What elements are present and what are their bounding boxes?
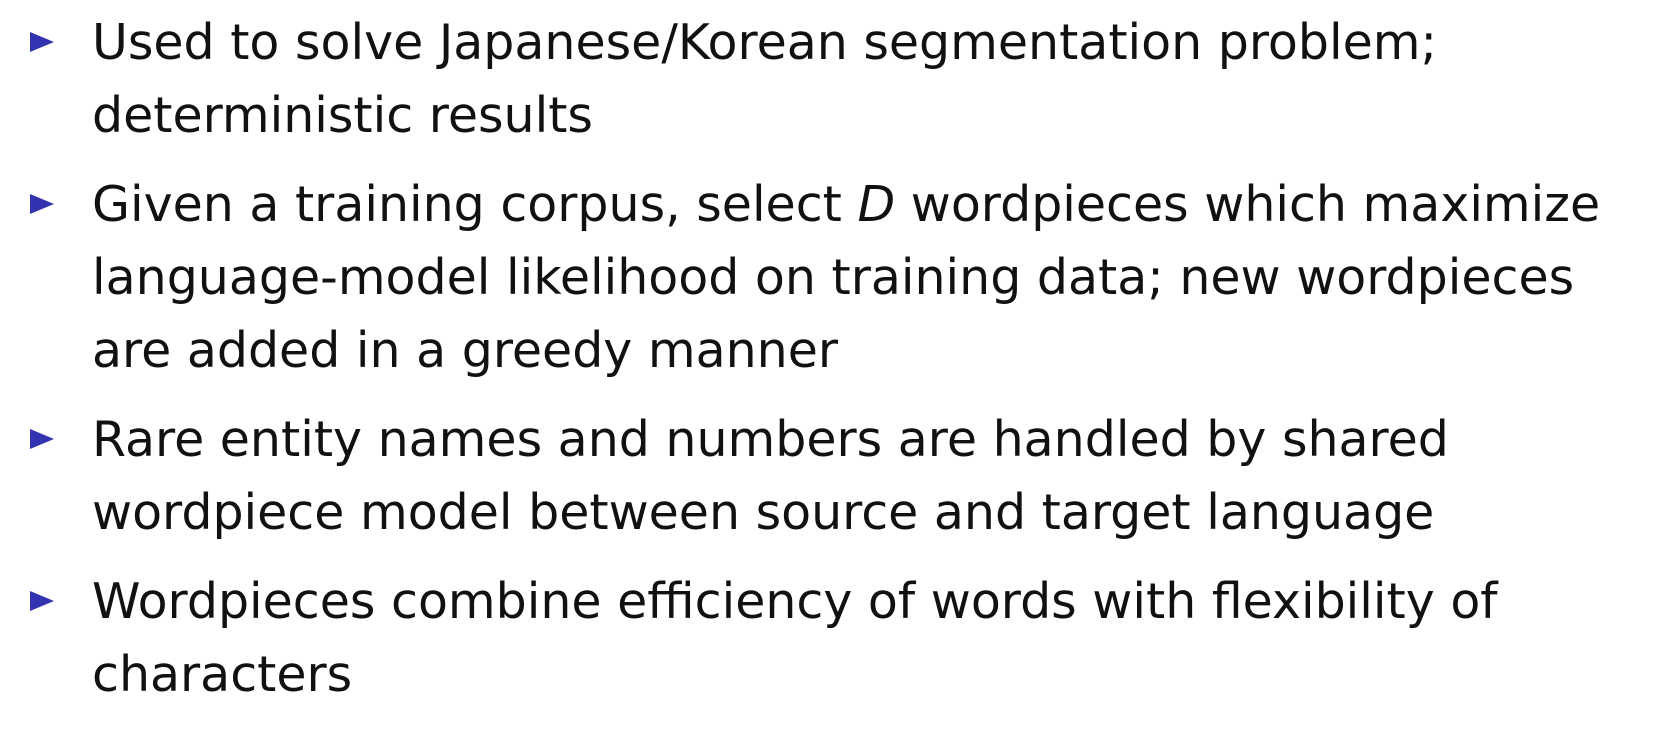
bullet-item-2: Given a training corpus, select D wordpi… [30, 168, 1645, 387]
bullet-item-1: Used to solve Japanese/Korean segmentati… [30, 6, 1645, 152]
bullet-item-4: Wordpieces combine efficiency of words w… [30, 565, 1645, 711]
triangle-bullet-icon [30, 429, 54, 449]
bullet-text-4: Wordpieces combine efficiency of words w… [92, 573, 1498, 703]
bullet-item-3: Rare entity names and numbers are handle… [30, 403, 1645, 549]
slide-body: Used to solve Japanese/Korean segmentati… [0, 0, 1658, 756]
triangle-bullet-icon [30, 591, 54, 611]
bullet-text-3: Rare entity names and numbers are handle… [92, 411, 1449, 541]
math-variable-d: D [857, 176, 896, 233]
bullet-text-2-start: Given a training corpus, select [92, 176, 858, 233]
bullet-list: Used to solve Japanese/Korean segmentati… [30, 6, 1645, 711]
triangle-bullet-icon [30, 194, 54, 214]
bullet-text-1: Used to solve Japanese/Korean segmentati… [92, 14, 1438, 144]
triangle-bullet-icon [30, 32, 54, 52]
bullet-text-2: Given a training corpus, select D wordpi… [92, 168, 1645, 387]
